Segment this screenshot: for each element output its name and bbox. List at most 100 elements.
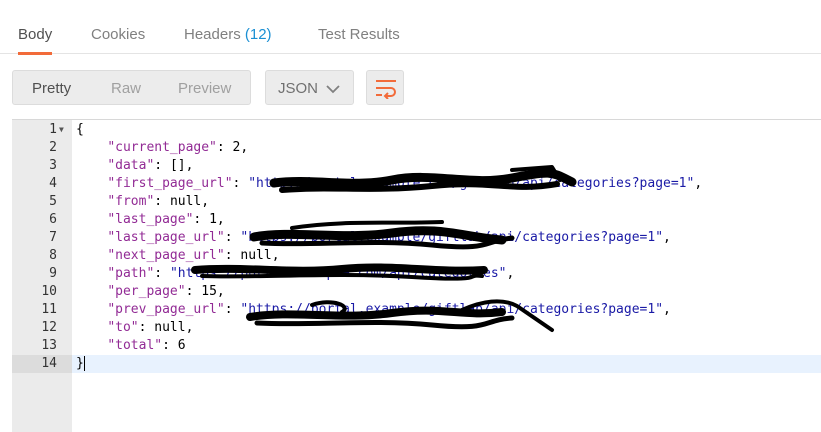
code-line: 8 "next_page_url": null, xyxy=(12,247,821,265)
line-number: 11 xyxy=(41,302,57,317)
json-entry: "to": null, xyxy=(76,319,193,337)
line-number: 8 xyxy=(49,248,57,263)
json-separator: : xyxy=(154,158,170,173)
json-key: "total" xyxy=(107,338,163,353)
json-separator: : xyxy=(224,248,241,263)
code-line: 3 "data": [], xyxy=(12,157,821,175)
code-line: 2 "current_page": 2, xyxy=(12,139,821,157)
tab-cookies-label: Cookies xyxy=(91,26,146,43)
code-line: 7 "last_page_url": "https://portal.examp… xyxy=(12,229,821,247)
format-dropdown-value: JSON xyxy=(278,80,319,97)
code-line: 11 "prev_page_url": "https://portal.exam… xyxy=(12,301,821,319)
tab-headers[interactable]: Headers (12) xyxy=(184,0,272,54)
json-value: "https://portal.example.com/api/categori… xyxy=(169,266,507,281)
format-dropdown[interactable]: JSON xyxy=(265,70,354,105)
pretty-button[interactable]: Pretty xyxy=(32,71,71,104)
json-key: "prev_page_url" xyxy=(107,302,225,317)
tab-body-label: Body xyxy=(18,26,53,43)
response-tabs: Body Cookies Headers (12) Test Results xyxy=(0,0,821,55)
json-value: null xyxy=(154,320,186,335)
json-comma: , xyxy=(201,194,210,209)
code-line: 10 "per_page": 15, xyxy=(12,283,821,301)
json-separator: : xyxy=(185,284,202,299)
json-comma: , xyxy=(663,230,671,245)
json-value: null xyxy=(240,248,272,263)
line-number: 7 xyxy=(49,230,57,245)
json-entry: "from": null, xyxy=(76,193,209,211)
headers-count-badge: (12) xyxy=(244,26,272,43)
code-line: 12 "to": null, xyxy=(12,319,821,337)
json-separator: : xyxy=(154,266,170,281)
tab-test-results-label: Test Results xyxy=(318,26,400,43)
fold-arrow-icon[interactable]: ▼ xyxy=(59,121,64,139)
json-close-brace-text: } xyxy=(76,356,84,371)
code-line: 6 "last_page": 1, xyxy=(12,211,821,229)
json-separator: : xyxy=(162,338,178,353)
json-key: "data" xyxy=(107,158,155,173)
json-open-brace: { xyxy=(76,122,84,137)
json-separator: : xyxy=(224,302,241,317)
raw-button[interactable]: Raw xyxy=(111,71,141,104)
json-separator: : xyxy=(154,194,170,209)
json-comma: , xyxy=(663,302,671,317)
json-comma: , xyxy=(271,248,280,263)
json-separator: : xyxy=(138,320,155,335)
json-comma: , xyxy=(694,176,703,191)
preview-button[interactable]: Preview xyxy=(178,71,231,104)
json-value: [] xyxy=(169,158,186,173)
line-number: 2 xyxy=(49,140,57,155)
line-number: 14 xyxy=(12,355,72,373)
json-close-brace: } xyxy=(76,355,85,373)
json-comma: , xyxy=(240,140,249,155)
json-comma: , xyxy=(216,212,225,227)
json-separator: : xyxy=(216,140,233,155)
tab-test-results[interactable]: Test Results xyxy=(318,0,400,54)
json-key: "current_page" xyxy=(107,140,217,155)
code-line: 4 "first_page_url": "http://portal.examp… xyxy=(12,175,821,193)
line-number: 3 xyxy=(49,158,57,173)
json-value: "http://portal.example.com/giftlab/api/c… xyxy=(248,176,695,191)
json-comma: , xyxy=(216,284,225,299)
tab-cookies[interactable]: Cookies xyxy=(91,0,145,54)
text-cursor xyxy=(83,356,85,371)
json-entry: "prev_page_url": "https://portal.example… xyxy=(76,301,671,319)
view-mode-switcher: Pretty Raw Preview xyxy=(12,70,251,105)
json-entry: "last_page_url": "https://portal.example… xyxy=(76,229,671,247)
json-separator: : xyxy=(193,212,210,227)
json-key: "path" xyxy=(107,266,155,281)
json-key: "first_page_url" xyxy=(107,176,233,191)
json-entry: "data": [], xyxy=(76,157,193,175)
json-comma: , xyxy=(185,158,194,173)
json-key: "from" xyxy=(107,194,155,209)
json-entry: "path": "https://portal.example.com/api/… xyxy=(76,265,514,283)
line-number: 6 xyxy=(49,212,57,227)
tab-body[interactable]: Body xyxy=(18,0,53,55)
chevron-down-icon xyxy=(325,82,341,100)
code-line: 5 "from": null, xyxy=(12,193,821,211)
json-key: "per_page" xyxy=(107,284,186,299)
line-number: 4 xyxy=(49,176,57,191)
json-entry: "next_page_url": null, xyxy=(76,247,280,265)
line-number: 10 xyxy=(41,284,57,299)
code-line-current: 14 } xyxy=(12,355,821,373)
json-value: "https://portal.example/giftlab/api/cate… xyxy=(240,302,664,317)
response-body-editor[interactable]: 1 ▼ { 2 "current_page": 2, 3 "data": [],… xyxy=(12,119,821,432)
json-entry: "current_page": 2, xyxy=(76,139,248,157)
json-entry: "total": 6 xyxy=(76,337,186,355)
json-key: "to" xyxy=(107,320,139,335)
line-number: 1 xyxy=(49,122,57,137)
json-key: "next_page_url" xyxy=(107,248,225,263)
json-key: "last_page" xyxy=(107,212,194,227)
json-value: 15 xyxy=(201,284,217,299)
json-separator: : xyxy=(232,176,249,191)
wrap-lines-button[interactable] xyxy=(366,70,404,105)
wrap-lines-icon xyxy=(376,80,396,99)
json-entry: "per_page": 15, xyxy=(76,283,225,301)
line-number: 9 xyxy=(49,266,57,281)
code-line: 1 ▼ { xyxy=(12,121,821,139)
line-number: 13 xyxy=(41,338,57,353)
json-entry: "first_page_url": "http://portal.example… xyxy=(76,175,702,193)
json-value: 1 xyxy=(209,212,217,227)
json-value: 6 xyxy=(177,338,186,353)
json-entry: "last_page": 1, xyxy=(76,211,225,229)
